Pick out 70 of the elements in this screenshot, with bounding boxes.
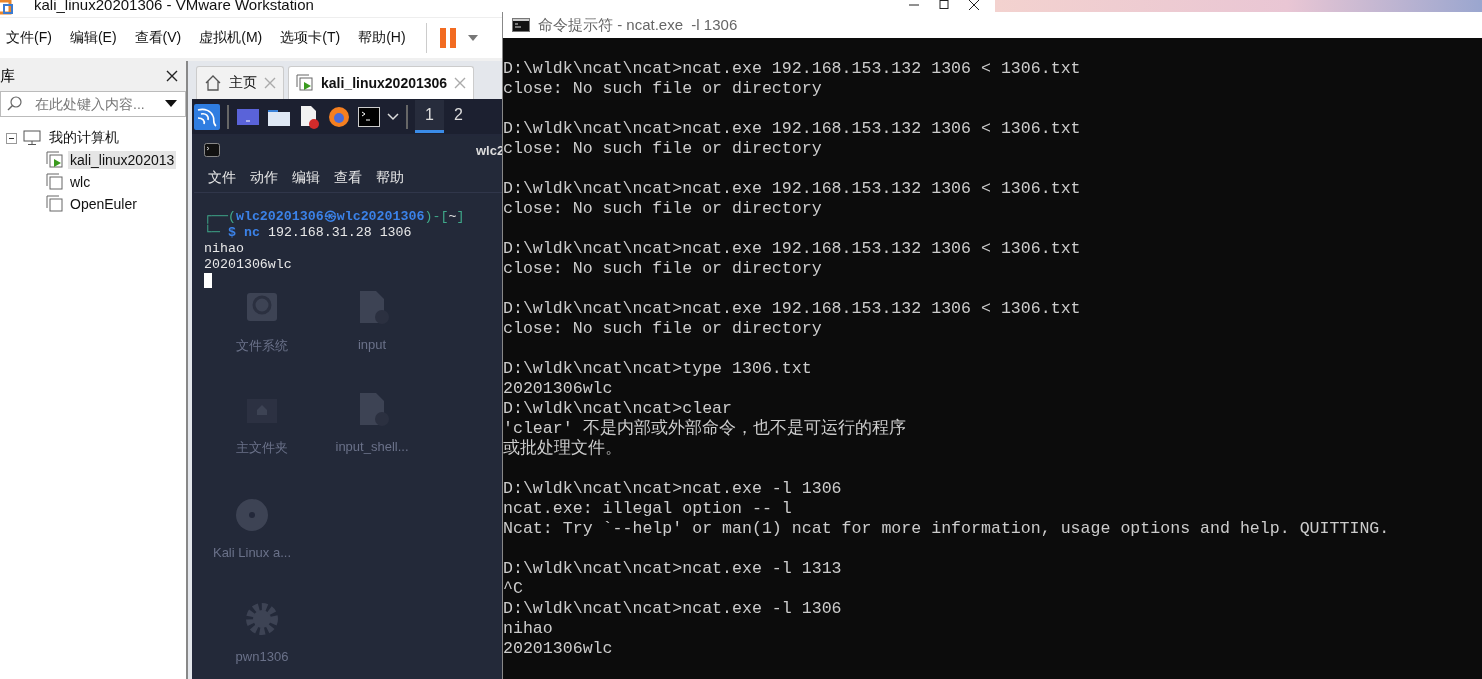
workspace-button[interactable]: 1: [415, 100, 444, 133]
terminal-icon[interactable]: [358, 106, 380, 127]
menu-item[interactable]: 帮助(H): [356, 29, 414, 47]
search-field[interactable]: 在此处键入内容...: [0, 91, 186, 117]
console-line: D:\wldk\ncat\ncat>ncat.exe 192.168.153.132 1306 < 1306.txt: [503, 299, 1082, 319]
close-icon[interactable]: [967, 0, 981, 10]
console-line: 'clear' 不是内部或外部命令，也不是可运行的程序: [503, 419, 907, 439]
tree-item[interactable]: 我的计算机: [47, 128, 121, 148]
console-line: close: No such file or directory: [503, 139, 823, 159]
menu-item[interactable]: 编辑: [292, 169, 320, 187]
console-line: ncat.exe: illegal option -- l: [503, 499, 793, 519]
menu-item[interactable]: 选项卡(T): [278, 29, 349, 47]
desktop-icon[interactable]: [236, 106, 260, 127]
tab[interactable]: kali_linux20201306: [288, 66, 475, 99]
console-line: D:\wldk\ncat\ncat>ncat.exe -l 1313: [503, 559, 843, 579]
menu-item[interactable]: 虚拟机(M): [197, 29, 271, 47]
console-line: nihao: [503, 619, 554, 639]
menu-item[interactable]: 帮助: [376, 169, 404, 187]
console-line: close: No such file or directory: [503, 79, 823, 99]
console-line: close: No such file or directory: [503, 259, 823, 279]
console-line: D:\wldk\ncat\ncat>ncat.exe -l 1306: [503, 479, 843, 499]
menu-item[interactable]: 动作: [250, 169, 278, 187]
console-line: D:\wldk\ncat\ncat>ncat.exe 192.168.153.132 1306 < 1306.txt: [503, 59, 1082, 79]
collapse-icon[interactable]: [6, 132, 17, 144]
console-line: 20201306wlc: [503, 379, 614, 399]
workspace-button[interactable]: 2: [443, 100, 473, 133]
menu-item[interactable]: 文件: [208, 169, 236, 187]
console-line: D:\wldk\ncat\ncat>type 1306.txt: [503, 359, 813, 379]
search-icon: [7, 96, 23, 112]
terminal-icon: [204, 143, 220, 157]
firefox-icon[interactable]: [327, 104, 351, 129]
menu-item[interactable]: 文件(F): [4, 29, 60, 47]
app-logo-icon: [0, 0, 14, 15]
menu-item[interactable]: 查看: [334, 169, 362, 187]
console-line: D:\wldk\ncat\ncat>clear: [503, 399, 734, 419]
maximize-icon[interactable]: [937, 0, 951, 10]
console-icon: [512, 18, 530, 32]
command-line: └─ $ nc 192.168.31.28 1306: [204, 225, 412, 241]
console-line: D:\wldk\ncat\ncat>ncat.exe 192.168.153.132 1306 < 1306.txt: [503, 239, 1082, 259]
menu-item[interactable]: 查看(V): [132, 29, 190, 47]
console-line: close: No such file or directory: [503, 199, 823, 219]
pause-icon[interactable]: [438, 27, 457, 49]
console-line: close: No such file or directory: [503, 319, 823, 339]
chevron-down-icon[interactable]: [387, 112, 399, 121]
output-line: 20201306wlc: [204, 257, 292, 273]
caret-icon[interactable]: [466, 34, 479, 42]
tree-item[interactable]: wlc: [68, 173, 93, 191]
tab[interactable]: 主页: [196, 66, 284, 99]
output-line: nihao: [204, 241, 244, 257]
home-icon: [204, 75, 222, 91]
virtual-machine-icon: [296, 74, 314, 92]
text-editor-icon[interactable]: [298, 104, 320, 129]
tree-item[interactable]: OpenEuler: [68, 195, 139, 213]
tree-item[interactable]: kali_linux202013: [68, 151, 177, 169]
text-cursor: [204, 273, 212, 288]
console-line: Ncat: Try `--help' or man(1) ncat for more information, usage options and help. QUITTING.: [503, 519, 1391, 539]
panel-title: 库: [0, 66, 15, 86]
menu-item[interactable]: 编辑(E): [67, 29, 125, 47]
console-line: D:\wldk\ncat\ncat>ncat.exe 192.168.153.132 1306 < 1306.txt: [503, 179, 1082, 199]
monitor-icon: [23, 130, 41, 146]
prompt-line: ┌──(wlc20201306㉿wlc20201306)-[~]: [204, 209, 465, 225]
console-line: D:\wldk\ncat\ncat>ncat.exe -l 1306: [503, 599, 843, 619]
console-line: 20201306wlc: [503, 639, 614, 659]
close-icon[interactable]: [166, 70, 178, 82]
window-title: kali_linux20201306 - VMware Workstation: [34, 0, 314, 15]
console-line: D:\wldk\ncat\ncat>ncat.exe 192.168.153.132 1306 < 1306.txt: [503, 119, 1082, 139]
console-line: 或批处理文件。: [503, 439, 623, 459]
console-line: ^C: [503, 579, 524, 599]
window-title: 命令提示符 - ncat.exe -l 1306: [538, 15, 738, 35]
dropdown-icon[interactable]: [165, 100, 177, 108]
